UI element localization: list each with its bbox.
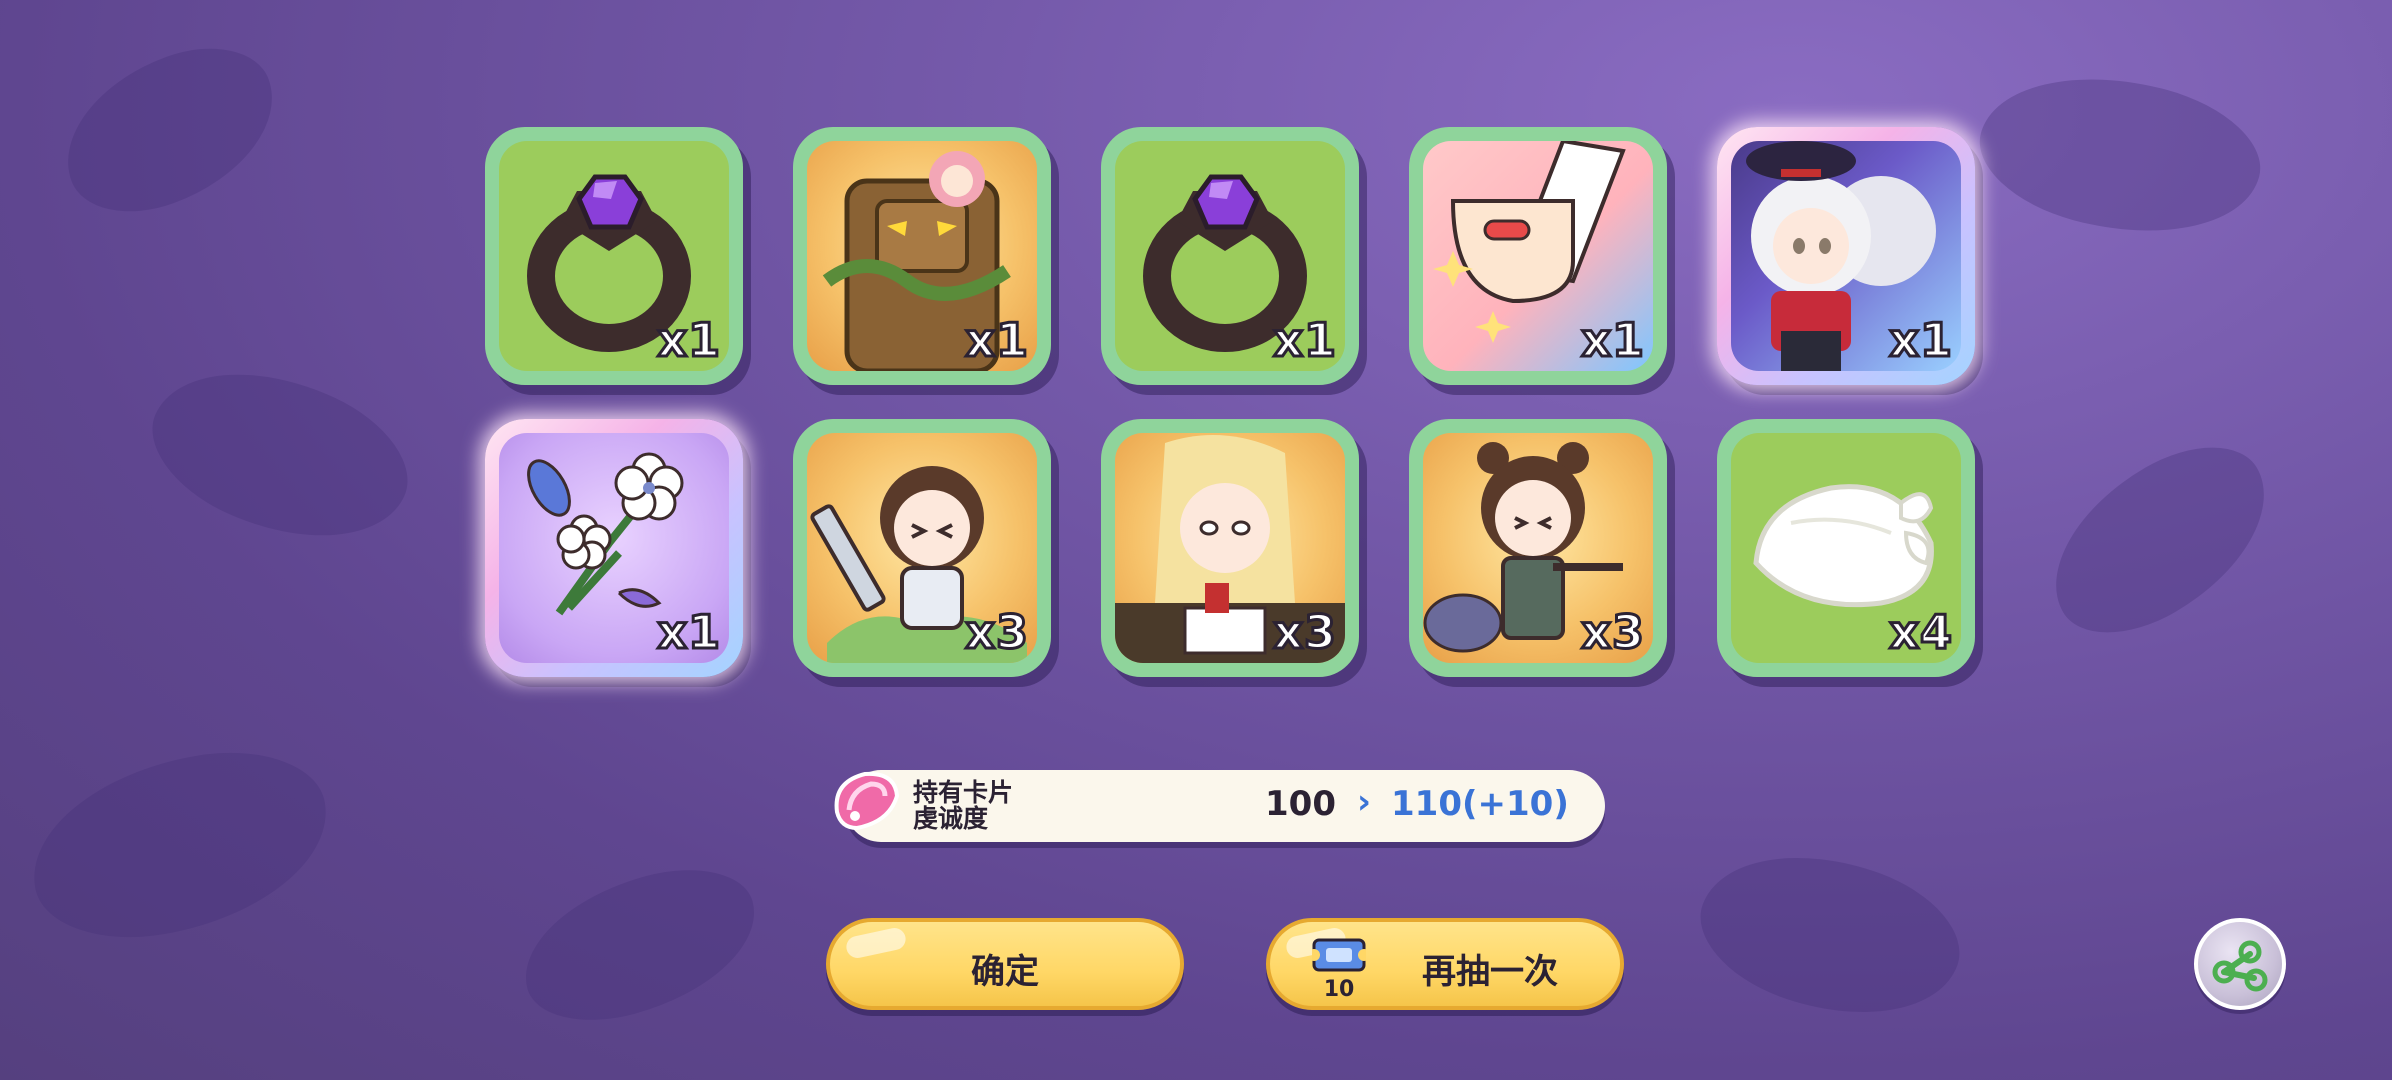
background-leaf — [130, 332, 430, 578]
reward-card[interactable]: x3 — [793, 419, 1051, 677]
quantity-label: x1 — [656, 604, 722, 661]
share-button[interactable] — [2194, 918, 2286, 1010]
reward-card[interactable]: x1 — [1101, 127, 1359, 385]
quantity-label: x1 — [1272, 312, 1338, 369]
quantity-label: x3 — [964, 604, 1030, 661]
arrow-right-icon: › — [1357, 782, 1372, 822]
affinity-next-value: 110(+10) — [1391, 784, 1569, 824]
affinity-label: 持有卡片 虔诚度 — [913, 780, 1053, 832]
reward-card[interactable]: x1 — [485, 127, 743, 385]
ticket-indicator: 10 — [1308, 936, 1370, 1002]
reward-card[interactable]: x3 — [1409, 419, 1667, 677]
background-leaf — [507, 851, 773, 1039]
quantity-label: x1 — [1580, 312, 1646, 369]
ticket-icon — [1308, 938, 1370, 972]
quantity-label: x1 — [656, 312, 722, 369]
draw-again-button[interactable]: 10 再抽一次 — [1266, 918, 1624, 1010]
background-leaf — [42, 26, 298, 234]
reward-card[interactable]: x4 — [1717, 419, 1975, 677]
affinity-progress-bar: 持有卡片 虔诚度 100 › 110(+10) — [834, 770, 1605, 842]
affinity-label-line2: 虔诚度 — [913, 804, 989, 833]
reward-card[interactable]: x3 — [1101, 419, 1359, 677]
ticket-count: 10 — [1323, 977, 1355, 1002]
confirm-button-label: 确定 — [971, 952, 1039, 992]
draw-again-button-label: 再抽一次 — [1422, 952, 1558, 992]
affinity-current-value: 100 — [1265, 784, 1336, 824]
background-leaf — [1682, 820, 1978, 1050]
pink-gem-icon — [834, 771, 900, 831]
affinity-label-line1: 持有卡片 — [913, 778, 1014, 807]
confirm-button[interactable]: 确定 — [826, 918, 1184, 1010]
background-leaf — [2021, 419, 2299, 661]
reward-card[interactable]: x1 — [1409, 127, 1667, 385]
reward-grid: x1 x1 x1 x1 x1 x1 x3 x3 x3 x4 — [485, 127, 1975, 677]
background-leaf — [1965, 46, 2275, 264]
quantity-label: x1 — [1888, 312, 1954, 369]
background-leaf — [17, 735, 343, 955]
quantity-label: x3 — [1272, 604, 1338, 661]
reward-card[interactable]: x1 — [1717, 127, 1975, 385]
share-icon — [2212, 940, 2268, 992]
quantity-label: x1 — [964, 312, 1030, 369]
quantity-label: x4 — [1888, 604, 1954, 661]
reward-card[interactable]: x1 — [485, 419, 743, 677]
quantity-label: x3 — [1580, 604, 1646, 661]
reward-card[interactable]: x1 — [793, 127, 1051, 385]
